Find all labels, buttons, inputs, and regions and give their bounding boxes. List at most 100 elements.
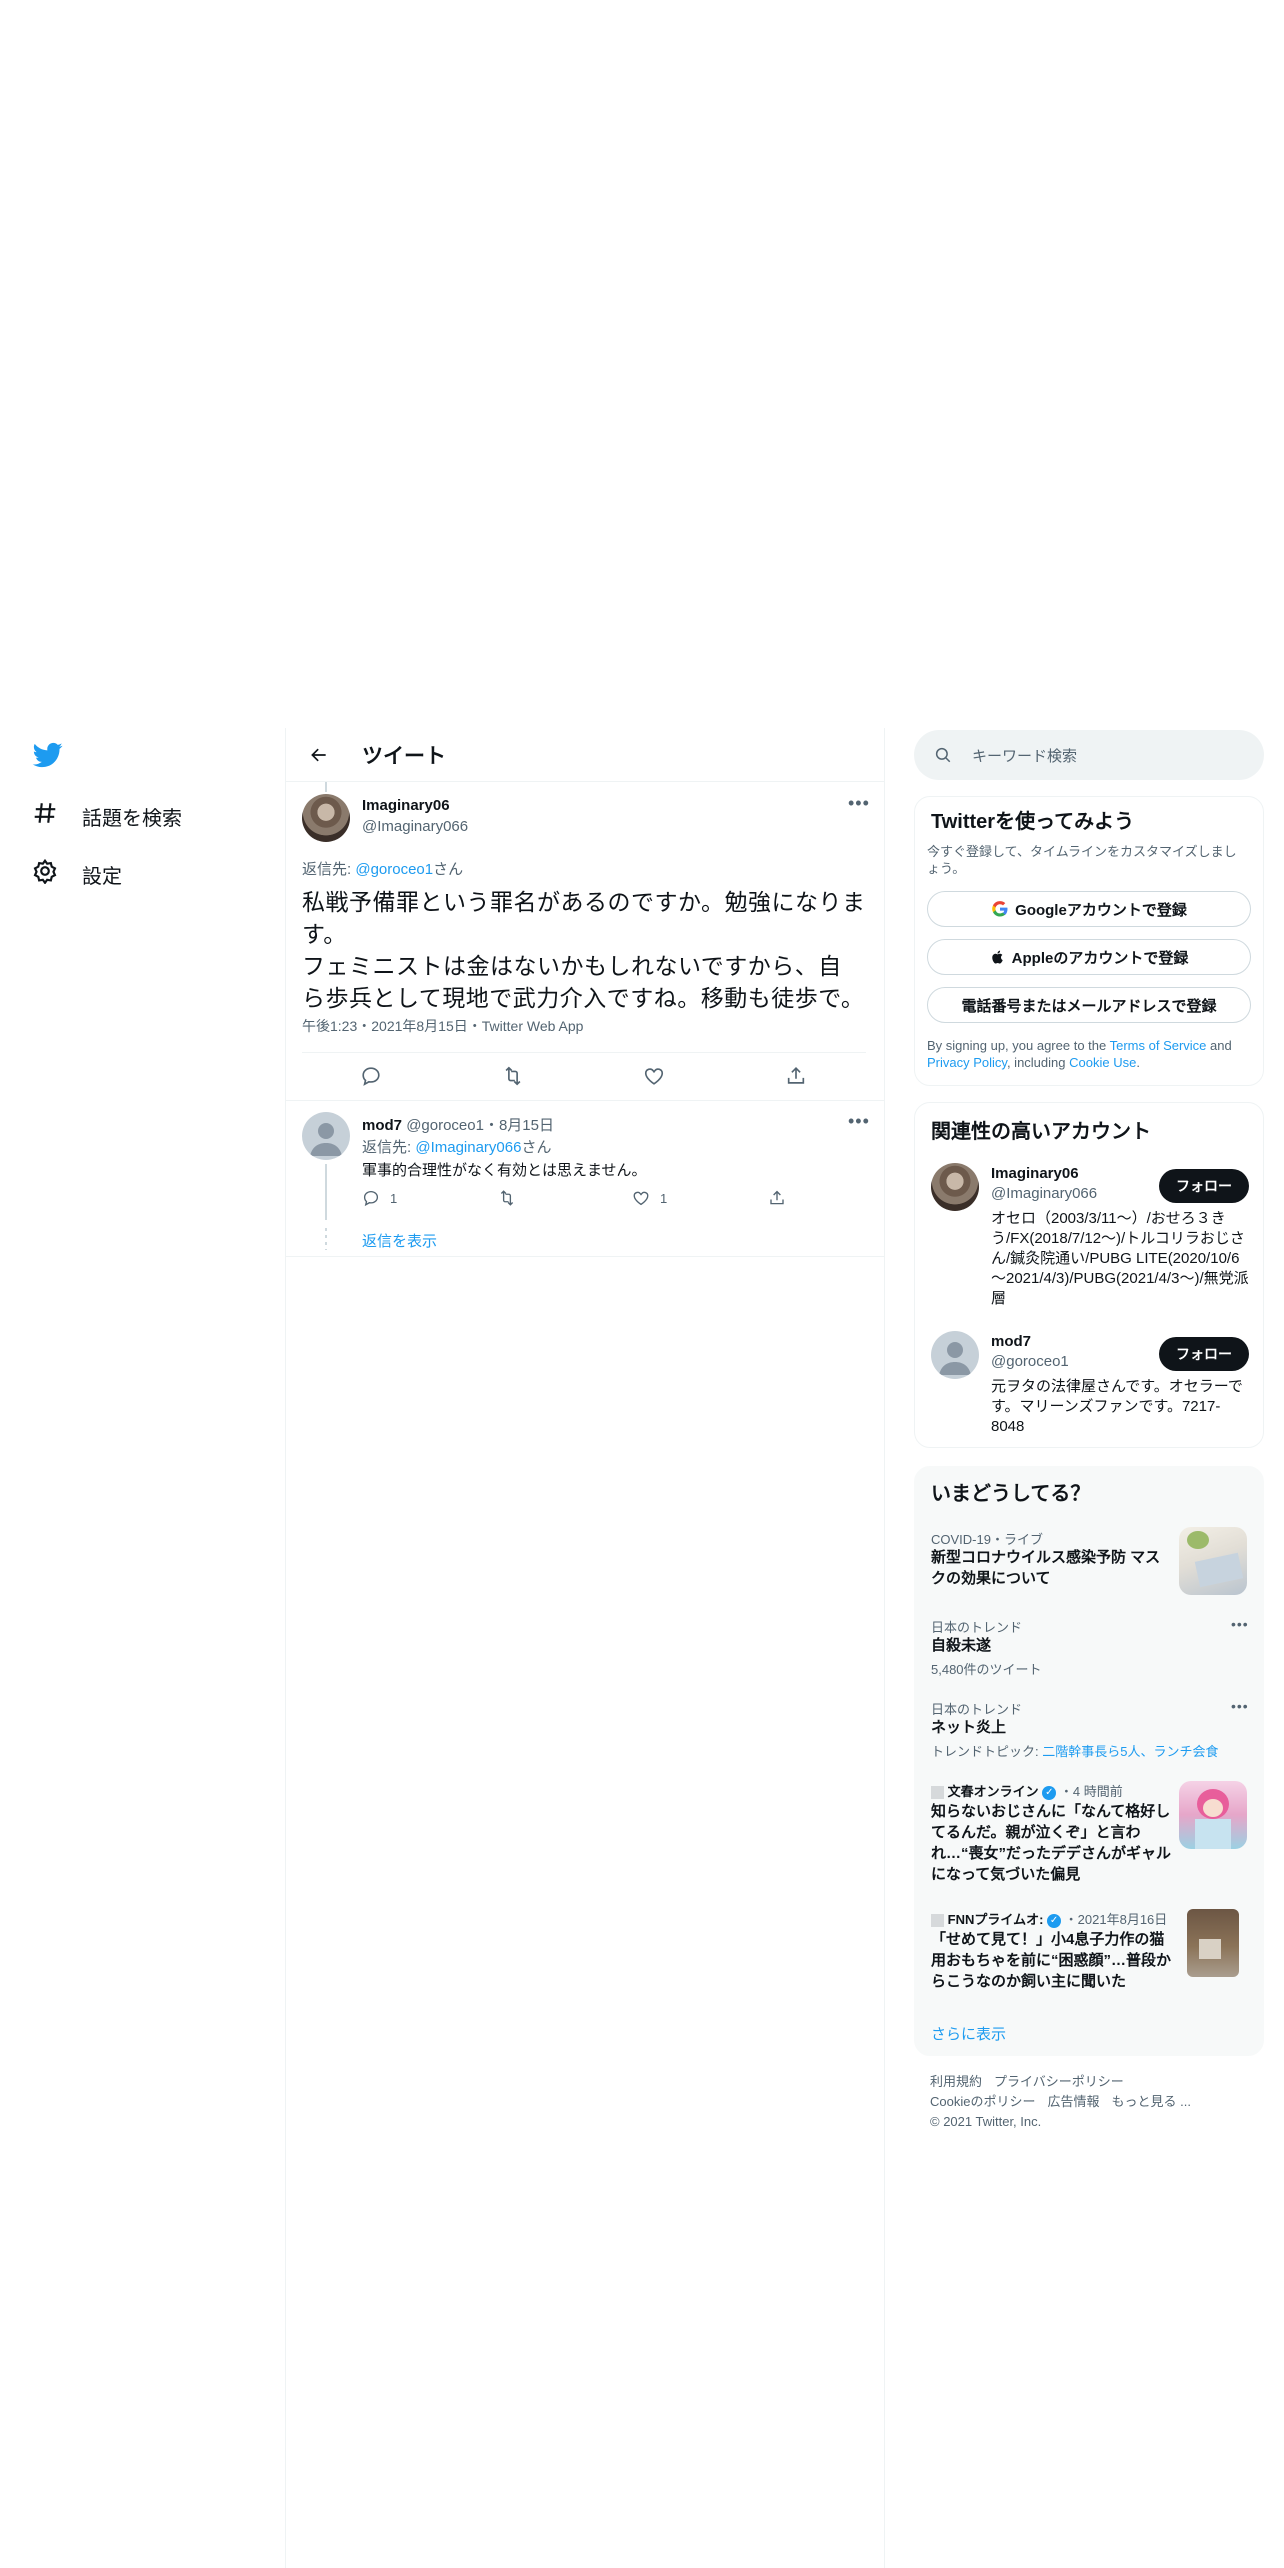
apple-icon bbox=[991, 950, 1003, 964]
apple-signup-button[interactable]: Appleのアカウントで登録 bbox=[927, 939, 1251, 975]
trend-time: ・4 時間前 bbox=[1059, 1784, 1123, 1799]
privacy-policy-link[interactable]: Privacy Policy bbox=[927, 1055, 1007, 1070]
reply-count: 1 bbox=[390, 1190, 398, 1206]
reply-tweet-handle-date[interactable]: @goroceo1・8月15日 bbox=[406, 1117, 554, 1134]
main-tweet-avatar[interactable] bbox=[302, 794, 350, 842]
main-tweet-display-name[interactable]: Imaginary06 bbox=[362, 797, 450, 814]
trend-more-button[interactable]: ••• bbox=[1231, 1699, 1249, 1713]
tweet-text-line: フェミニストは金はないかもしれないですから、自 bbox=[302, 953, 842, 979]
main-tweet-timestamp[interactable]: 午後1:23・2021年8月15日・Twitter Web App bbox=[302, 1016, 583, 1036]
google-signup-label: Googleアカウントで登録 bbox=[1015, 901, 1187, 919]
footer-terms-link[interactable]: 利用規約 bbox=[930, 2074, 982, 2089]
footer-ads-link[interactable]: 広告情報 bbox=[1047, 2094, 1099, 2109]
search-icon bbox=[935, 747, 951, 763]
footer-more-link[interactable]: もっと見る ... bbox=[1111, 2094, 1190, 2109]
news-source-icon bbox=[931, 1786, 944, 1800]
thread-dots bbox=[325, 1228, 327, 1250]
related-account-handle[interactable]: @goroceo1 bbox=[991, 1353, 1069, 1370]
reply-tweet-header: mod7 @goroceo1・8月15日 bbox=[362, 1114, 554, 1135]
search-input[interactable]: キーワード検索 bbox=[972, 745, 1077, 766]
trend-title[interactable]: 「せめて見て！」小4息子力作の猫用おもちゃを前に“困惑顔”…普段からこうなのか飼… bbox=[931, 1929, 1171, 1992]
phone-email-signup-button[interactable]: 電話番号またはメールアドレスで登録 bbox=[927, 987, 1251, 1023]
tweet-text-line: ら歩兵として現地で武力介入ですね。移動も徒歩で。 bbox=[302, 985, 865, 1011]
verified-badge-icon: ✓ bbox=[1042, 1785, 1057, 1800]
follow-button[interactable]: フォロー bbox=[1159, 1169, 1249, 1203]
cookie-use-link[interactable]: Cookie Use bbox=[1069, 1055, 1136, 1070]
related-account-name[interactable]: Imaginary06 bbox=[991, 1165, 1079, 1182]
trend-title[interactable]: 新型コロナウイルス感染予防 マスクの効果について bbox=[931, 1547, 1171, 1589]
twitter-logo-icon[interactable] bbox=[32, 740, 64, 770]
nav-settings[interactable]: 設定 bbox=[32, 858, 122, 890]
related-account-name[interactable]: mod7 bbox=[991, 1333, 1031, 1350]
nav-explore[interactable]: 話題を検索 bbox=[32, 800, 182, 832]
reply-tweet-reply-button[interactable]: 1 bbox=[362, 1189, 397, 1207]
show-replies-link[interactable]: 返信を表示 bbox=[362, 1230, 437, 1251]
footer-copyright: © 2021 Twitter, Inc. bbox=[930, 2114, 1042, 2129]
back-button[interactable] bbox=[304, 740, 334, 770]
trend-title[interactable]: 知らないおじさんに「なんて格好してるんだ。親が泣くぞ」と言われ…“喪女”だったデ… bbox=[931, 1801, 1171, 1885]
trend-time: ・2021年8月16日 bbox=[1064, 1912, 1168, 1927]
reply-button[interactable] bbox=[360, 1065, 382, 1087]
reply-suffix: さん bbox=[521, 1139, 552, 1156]
reply-tweet-like-button[interactable]: 1 bbox=[632, 1189, 667, 1207]
trend-title[interactable]: 自殺未遂 bbox=[931, 1635, 991, 1656]
follow-button[interactable]: フォロー bbox=[1159, 1337, 1249, 1371]
verified-badge-icon: ✓ bbox=[1047, 1913, 1062, 1928]
related-account-bio: 元ヲタの法律屋さんです。オセラーです。マリーンズファンです。7217-8048 bbox=[991, 1378, 1243, 1435]
reply-prefix: 返信先: bbox=[302, 861, 356, 878]
reply-tweet-reply-context: 返信先: @Imaginary066さん bbox=[362, 1136, 551, 1157]
retweet-button[interactable] bbox=[502, 1065, 524, 1087]
trend-title[interactable]: ネット炎上 bbox=[931, 1717, 1006, 1738]
terms-prefix: By signing up, you agree to the bbox=[927, 1038, 1110, 1053]
left-column-divider bbox=[285, 728, 286, 2568]
page-header: ツイート bbox=[286, 728, 884, 782]
main-tweet-handle[interactable]: @Imaginary066 bbox=[362, 818, 468, 835]
main-tweet-more-button[interactable]: ••• bbox=[848, 794, 870, 812]
trend-more-button[interactable]: ••• bbox=[1231, 1617, 1249, 1631]
reply-tweet-display-name[interactable]: mod7 bbox=[362, 1117, 402, 1134]
reply-tweet-avatar[interactable] bbox=[302, 1112, 350, 1160]
trend-source: 文春オンライン ✓ ・4 時間前 bbox=[931, 1781, 1123, 1800]
related-account-handle[interactable]: @Imaginary066 bbox=[991, 1185, 1097, 1202]
trend-thumbnail[interactable] bbox=[1179, 1781, 1247, 1849]
reply-to-link[interactable]: @Imaginary066 bbox=[415, 1139, 521, 1156]
reply-to-link[interactable]: @goroceo1 bbox=[355, 861, 433, 878]
reply-tweet-retweet-button[interactable] bbox=[498, 1189, 516, 1207]
google-signup-button[interactable]: Googleアカウントで登録 bbox=[927, 891, 1251, 927]
reply-prefix: 返信先: bbox=[362, 1139, 416, 1156]
trend-thumbnail[interactable] bbox=[1179, 1527, 1247, 1595]
share-button[interactable] bbox=[785, 1065, 807, 1087]
related-account-avatar[interactable] bbox=[931, 1163, 979, 1211]
trend-source-name: 文春オンライン bbox=[947, 1784, 1039, 1799]
terms-period: . bbox=[1136, 1055, 1140, 1070]
footer-cookie-link[interactable]: Cookieのポリシー bbox=[930, 2094, 1035, 2109]
related-account-avatar[interactable] bbox=[931, 1331, 979, 1379]
google-icon bbox=[992, 901, 1008, 917]
share-icon bbox=[770, 1190, 784, 1205]
search-box[interactable]: キーワード検索 bbox=[914, 730, 1264, 780]
show-more-link[interactable]: さらに表示 bbox=[931, 2023, 1006, 2044]
main-tweet-text: 私戦予備罪という罪名があるのですか。勉強になりま す。 フェミニストは金はないか… bbox=[302, 886, 874, 1014]
tweet-text-line: す。 bbox=[302, 921, 347, 947]
signup-card: Twitterを使ってみよう 今すぐ登録して、タイムラインをカスタマイズしましょ… bbox=[914, 796, 1264, 1086]
trend-topic-link[interactable]: 二階幹事長ら5人、ランチ会食 bbox=[1042, 1744, 1218, 1759]
trend-thumbnail[interactable] bbox=[1187, 1909, 1239, 1977]
divider bbox=[302, 1052, 866, 1053]
terms-of-service-link[interactable]: Terms of Service bbox=[1110, 1038, 1207, 1053]
gear-icon bbox=[32, 858, 58, 890]
like-button[interactable] bbox=[643, 1065, 665, 1087]
signup-terms: By signing up, you agree to the Terms of… bbox=[927, 1037, 1253, 1071]
trend-tweet-count: 5,480件のツイート bbox=[931, 1662, 1042, 1677]
reply-tweet-share-button[interactable] bbox=[768, 1189, 786, 1207]
footer-privacy-link[interactable]: プライバシーポリシー bbox=[994, 2074, 1124, 2089]
reply-tweet-more-button[interactable]: ••• bbox=[848, 1112, 870, 1130]
trend-meta: 日本のトレンド bbox=[931, 1702, 1023, 1717]
divider bbox=[286, 1100, 884, 1101]
arrow-left-icon bbox=[311, 748, 326, 761]
trend-meta: COVID-19・ライブ bbox=[931, 1532, 1043, 1547]
main-tweet-reply-context: 返信先: @goroceo1さん bbox=[302, 858, 463, 879]
reply-icon bbox=[363, 1190, 379, 1207]
trend-source-name: FNNプライムオ: bbox=[947, 1912, 1044, 1927]
reply-suffix: さん bbox=[433, 861, 464, 878]
apple-signup-label: Appleのアカウントで登録 bbox=[1011, 949, 1189, 967]
